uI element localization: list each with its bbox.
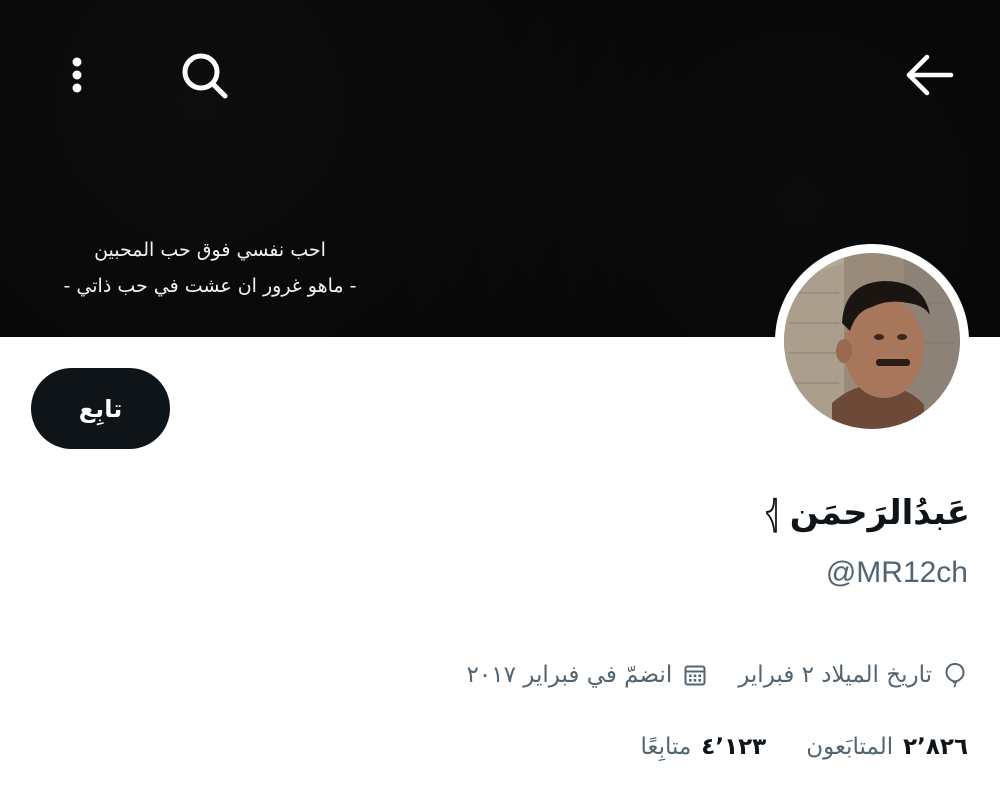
user-handle: @MR12ch bbox=[825, 556, 968, 589]
joined-info: انضمّ في فبراير ٢٠١٧ bbox=[467, 655, 709, 695]
profile-page: احب نفسي فوق حب المحبين - ماهو غرور ان ع… bbox=[0, 0, 1000, 797]
banner-quote-line-2: - ماهو غرور ان عشت في حب ذاتي - bbox=[63, 275, 357, 297]
joined-text: انضمّ في فبراير ٢٠١٧ bbox=[466, 662, 673, 688]
followers-link[interactable]: ٢٬٨٢٦ المتابَعون bbox=[806, 727, 968, 767]
follow-stats: ٢٬٨٢٦ المتابَعون ٤٬١٢٣ متابِعًا bbox=[641, 727, 968, 767]
more-vertical-icon bbox=[72, 57, 82, 93]
banner-quote-line-1: احب نفسي فوق حب المحبين bbox=[94, 239, 326, 261]
avatar-ring bbox=[775, 244, 969, 438]
avatar-image bbox=[784, 253, 960, 429]
banner-quote: احب نفسي فوق حب المحبين - ماهو غرور ان ع… bbox=[40, 232, 380, 304]
arrow-left-icon bbox=[906, 54, 954, 96]
following-label: متابِعًا bbox=[640, 734, 692, 760]
following-link[interactable]: ٤٬١٢٣ متابِعًا bbox=[641, 727, 767, 767]
follow-button[interactable]: تابِع bbox=[31, 368, 170, 449]
follow-button-label: تابِع bbox=[78, 394, 123, 423]
birthday-info: تاريخ الميلاد ٢ فبراير bbox=[738, 655, 968, 695]
back-button[interactable] bbox=[899, 45, 959, 105]
display-name: عَبدُالرَحمَن 𓂆 bbox=[764, 493, 970, 533]
search-icon bbox=[182, 53, 228, 99]
followers-count: ٢٬٨٢٦ bbox=[903, 734, 968, 760]
profile-meta: تاريخ الميلاد ٢ فبراير انضمّ في فبراير ٢… bbox=[467, 655, 968, 695]
more-options-button[interactable] bbox=[47, 45, 107, 105]
calendar-icon bbox=[682, 662, 708, 688]
avatar[interactable] bbox=[784, 253, 960, 429]
following-count: ٤٬١٢٣ bbox=[701, 734, 767, 760]
search-button[interactable] bbox=[174, 45, 234, 105]
birthday-text: تاريخ الميلاد ٢ فبراير bbox=[738, 662, 932, 688]
balloon-icon bbox=[942, 662, 968, 688]
followers-label: المتابَعون bbox=[806, 734, 894, 760]
